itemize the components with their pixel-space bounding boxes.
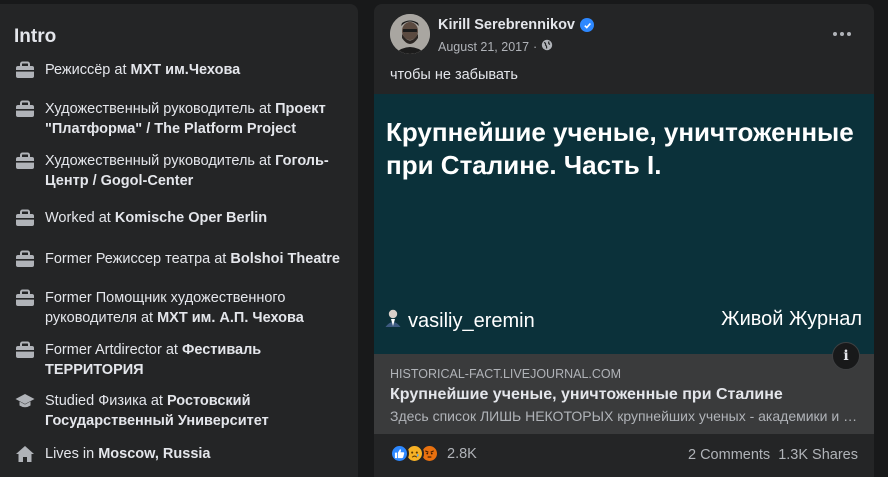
like-icon (390, 444, 409, 463)
intro-item-work: Former Режиссер театра at Bolshoi Theatr… (14, 249, 354, 269)
intro-item-link[interactable]: МХТ им.Чехова (131, 62, 241, 78)
post-caption: чтобы не забывать (390, 67, 518, 83)
link-domain: HISTORICAL-FACT.LIVEJOURNAL.COM (390, 367, 622, 381)
public-globe-icon (541, 39, 553, 54)
briefcase-icon (14, 208, 36, 228)
avatar[interactable] (390, 14, 430, 54)
briefcase-icon (14, 151, 36, 171)
briefcase-icon (14, 99, 36, 119)
link-preview-box[interactable]: i HISTORICAL-FACT.LIVEJOURNAL.COM Крупне… (374, 342, 874, 434)
dot-icon (847, 32, 851, 36)
image-title: Крупнейшие ученые, уничтоженные при Стал… (386, 117, 854, 180)
home-icon (14, 444, 36, 464)
intro-item-prefix: Former Режиссер театра at (45, 251, 231, 267)
link-title[interactable]: Крупнейшие ученые, уничтоженные при Стал… (390, 386, 783, 404)
intro-item-education: Studied Физика at Ростовский Государстве… (14, 391, 354, 431)
intro-card: Intro Режиссёр at МХТ им.Чехова Художест… (0, 4, 358, 477)
intro-item-work: Художественный руководитель at Гоголь-Це… (14, 151, 354, 191)
link-preview-image[interactable]: Крупнейшие ученые, уничтоженные при Стал… (374, 94, 874, 354)
author-name[interactable]: Kirill Serebrennikov (438, 17, 575, 33)
intro-item-link[interactable]: Bolshoi Theatre (230, 251, 340, 267)
image-username: vasiliy_eremin (384, 308, 535, 334)
post-date[interactable]: August 21, 2017 (438, 40, 529, 54)
link-description: Здесь список ЛИШЬ НЕКОТОРЫХ крупнейших у… (390, 408, 860, 424)
intro-item-prefix: Studied Физика at (45, 393, 167, 409)
user-silhouette-icon (384, 308, 402, 334)
intro-item-work: Worked at Komische Oper Berlin (14, 208, 354, 228)
intro-item-prefix: Lives in (45, 446, 99, 462)
image-source: Живой Журнал (721, 308, 862, 330)
info-icon[interactable]: i (832, 342, 860, 370)
intro-item-prefix: Режиссёр at (45, 62, 131, 78)
intro-item-location: Lives in Moscow, Russia (14, 444, 354, 464)
intro-item-link[interactable]: Moscow, Russia (98, 446, 210, 462)
intro-item-prefix: Художественный руководитель at (45, 101, 276, 117)
comments-count[interactable]: 2 Comments (688, 447, 770, 463)
briefcase-icon (14, 340, 36, 360)
post-meta: August 21, 2017 · (438, 39, 553, 54)
intro-item-link[interactable]: Komische Oper Berlin (115, 210, 267, 226)
intro-item-link[interactable]: МХТ им. А.П. Чехова (157, 310, 304, 326)
briefcase-icon (14, 249, 36, 269)
post-stats: 2 Comments 1.3K Shares (688, 447, 858, 463)
intro-item-prefix: Former Artdirector at (45, 342, 182, 358)
dot-icon (840, 32, 844, 36)
post-card: Kirill Serebrennikov August 21, 2017 · ч… (374, 4, 874, 477)
intro-item-work: Former Помощник художественного руководи… (14, 288, 354, 328)
dot-icon (833, 32, 837, 36)
intro-item-prefix: Художественный руководитель at (45, 153, 276, 169)
intro-item-work: Художественный руководитель at Проект "П… (14, 99, 354, 139)
graduation-cap-icon (14, 391, 36, 411)
verified-badge-icon (580, 18, 594, 32)
meta-separator: · (533, 39, 538, 54)
post-author[interactable]: Kirill Serebrennikov (438, 17, 594, 33)
reactions-summary[interactable]: 2.8K (390, 444, 477, 463)
briefcase-icon (14, 60, 36, 80)
briefcase-icon (14, 288, 36, 308)
reaction-count[interactable]: 2.8K (447, 446, 477, 462)
shares-count[interactable]: 1.3K Shares (778, 447, 858, 463)
intro-item-prefix: Worked at (45, 210, 115, 226)
intro-item-work: Режиссёр at МХТ им.Чехова (14, 60, 354, 80)
intro-title: Intro (14, 26, 57, 47)
image-username-text: vasiliy_eremin (408, 309, 535, 332)
intro-item-work: Former Artdirector at Фестиваль ТЕРРИТОР… (14, 340, 354, 380)
more-options-button[interactable] (830, 22, 854, 46)
